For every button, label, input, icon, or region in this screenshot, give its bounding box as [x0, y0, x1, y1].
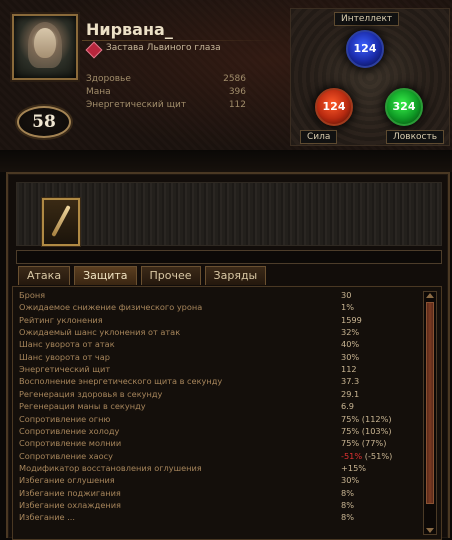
stat-value: 29.1 — [341, 388, 360, 399]
intelligence-label: Интеллект — [334, 12, 400, 26]
scroll-thumb[interactable] — [426, 302, 434, 504]
attribute-wheel — [290, 8, 450, 146]
stat-value: 8% — [341, 487, 354, 498]
stat-value: -51% (-51%) — [341, 450, 393, 461]
stat-row: Рейтинг уклонения 1599 — [19, 314, 415, 326]
stat-label: Регенерация здоровья в секунду — [19, 388, 163, 399]
stat-row: Шанс уворота от чар 30% — [19, 351, 415, 363]
character-name: Нирвана_ — [86, 20, 173, 39]
scroll-down-icon[interactable] — [426, 528, 434, 533]
stat-row: Ожидаемый шанс уклонения от атак 32% — [19, 326, 415, 338]
dexterity-orb[interactable]: 324 — [385, 88, 423, 126]
tab-attack[interactable]: Атака — [18, 266, 71, 285]
strength-orb[interactable]: 124 — [315, 88, 353, 126]
stat-label: Энергетический щит — [19, 364, 111, 375]
stat-row: Регенерация здоровья в секунду 29.1 — [19, 388, 415, 400]
stat-value: 30 — [341, 290, 352, 300]
stat-label: Шанс уворота от чар — [19, 351, 110, 362]
stat-label: Ожидаемый шанс уклонения от атак — [19, 327, 181, 338]
stat-value: 75% (112%) — [341, 413, 392, 424]
stat-row: Сопротивление хаосу -51% (-51%) — [19, 450, 415, 462]
stat-row: Избегание ... 8% — [19, 511, 415, 523]
stat-label: Шанс уворота от атак — [19, 339, 115, 350]
resource-row-energy-shield: Энергетический щит 112 — [86, 100, 246, 113]
guild-emblem-icon — [85, 41, 103, 59]
resource-label: Здоровье — [86, 74, 131, 84]
stat-label: Избегание поджигания — [19, 487, 121, 498]
stat-value: 75% (77%) — [341, 438, 387, 449]
stat-value: 32% — [341, 327, 360, 338]
portrait-face — [34, 28, 56, 58]
tab-charges[interactable]: Заряды — [204, 266, 267, 285]
level-badge: 58 — [17, 106, 71, 138]
stat-row: Модификатор восстановления оглушения +15% — [19, 462, 415, 474]
dexterity-label: Ловкость — [386, 130, 445, 144]
stat-label: Рейтинг уклонения — [19, 314, 103, 325]
stat-value: 1599 — [341, 314, 362, 325]
guild-name: Застава Львиного глаза — [106, 43, 221, 53]
resource-label: Энергетический щит — [86, 100, 187, 110]
stat-value-negative: -51% — [341, 450, 363, 461]
stat-row: Избегание оглушения 30% — [19, 474, 415, 486]
weapon-banner — [16, 182, 442, 246]
weapon-slot[interactable] — [42, 198, 80, 246]
stat-label: Ожидаемое снижение физического урона — [19, 302, 203, 313]
panel-divider — [0, 150, 452, 172]
resource-label: Мана — [86, 87, 111, 97]
scroll-up-icon[interactable] — [426, 293, 434, 298]
stat-label: Модификатор восстановления оглушения — [19, 462, 202, 473]
stat-row: Регенерация маны в секунду 6.9 — [19, 400, 415, 412]
character-header: 58 Нирвана_ Застава Львиного глаза Здоро… — [0, 0, 452, 152]
stat-row: Избегание поджигания 8% — [19, 487, 415, 499]
stat-value: 37.3 — [341, 376, 360, 387]
stat-value: 8% — [341, 512, 354, 523]
stat-row: Ожидаемое снижение физического урона 1% — [19, 301, 415, 313]
character-portrait — [12, 14, 78, 80]
resource-list: Здоровье 2586 Мана 396 Энергетический щи… — [86, 74, 246, 113]
tab-misc[interactable]: Прочее — [140, 266, 201, 285]
dagger-icon — [51, 205, 71, 237]
stat-row: Броня 30 — [19, 289, 415, 301]
stat-value: +15% — [341, 462, 367, 473]
stat-label: Избегание охлаждения — [19, 499, 121, 510]
stat-label: Сопротивление холоду — [19, 425, 120, 436]
stats-tabs: Атака Защита Прочее Заряды — [18, 266, 270, 285]
stat-value: 1% — [341, 302, 354, 313]
stat-row: Сопротивление огню 75% (112%) — [19, 413, 415, 425]
stat-value: 112 — [341, 364, 357, 375]
stat-value: 75% (103%) — [341, 425, 392, 436]
stat-label: Избегание оглушения — [19, 475, 115, 486]
resource-value: 112 — [228, 100, 246, 110]
stat-label: Сопротивление молнии — [19, 438, 122, 449]
stat-label: Сопротивление хаосу — [19, 450, 114, 461]
strength-label: Сила — [300, 130, 338, 144]
stat-label: Броня — [19, 290, 46, 300]
stats-panel: Атака Защита Прочее Заряды Броня 30 Ожидае… — [6, 172, 450, 540]
stat-label: Сопротивление огню — [19, 413, 111, 424]
stat-value: 40% — [341, 339, 360, 350]
stat-value: 6.9 — [341, 401, 355, 412]
resource-row-life: Здоровье 2586 — [86, 74, 246, 87]
stat-label: Регенерация маны в секунду — [19, 401, 146, 412]
stat-value: 30% — [341, 351, 360, 362]
stat-row: Избегание охлаждения 8% — [19, 499, 415, 511]
stat-label: Избегание ... — [19, 512, 76, 523]
stat-row: Сопротивление холоду 75% (103%) — [19, 425, 415, 437]
stat-row: Восполнение энергетического щита в секун… — [19, 375, 415, 387]
stat-label: Восполнение энергетического щита в секун… — [19, 376, 223, 387]
defence-stats-list: Броня 30 Ожидаемое снижение физического ур… — [12, 286, 442, 540]
name-divider — [82, 40, 282, 41]
stat-row: Шанс уворота от атак 40% — [19, 338, 415, 350]
resource-value: 396 — [228, 87, 246, 97]
weapon-progress-bar — [16, 250, 442, 264]
stat-value: 30% — [341, 475, 360, 486]
tab-defence[interactable]: Защита — [74, 266, 137, 285]
stats-scrollbar[interactable] — [423, 291, 437, 535]
resource-value: 2586 — [223, 74, 246, 84]
stat-value: 8% — [341, 499, 354, 510]
stat-row: Сопротивление молнии 75% (77%) — [19, 437, 415, 449]
stat-row: Энергетический щит 112 — [19, 363, 415, 375]
intelligence-orb[interactable]: 124 — [346, 30, 384, 68]
resource-row-mana: Мана 396 — [86, 87, 246, 100]
